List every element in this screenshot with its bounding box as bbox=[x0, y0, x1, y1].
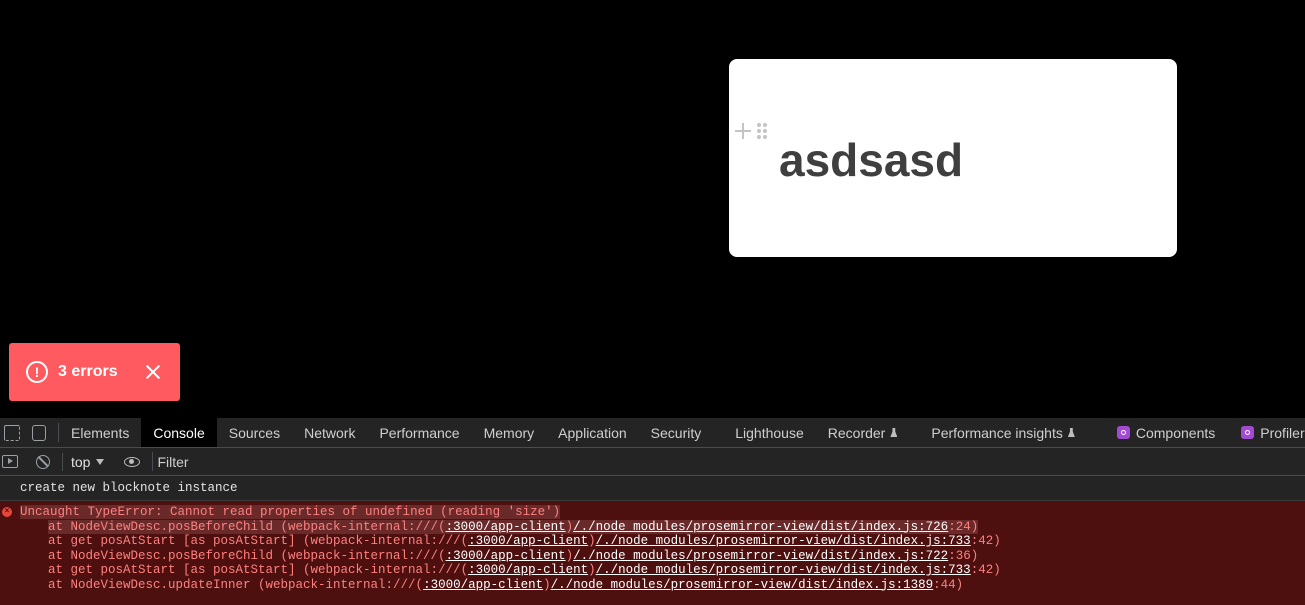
stack-frame: at NodeViewDesc.posBeforeChild (webpack-… bbox=[0, 519, 1305, 535]
console-error-entry: × Uncaught TypeError: Cannot read proper… bbox=[0, 501, 1305, 605]
inspect-element-icon[interactable] bbox=[4, 424, 20, 441]
react-icon bbox=[1116, 426, 1130, 439]
live-expression-eye-icon[interactable] bbox=[124, 456, 141, 467]
tab-label: Security bbox=[650, 424, 702, 441]
devtools-tool-icons bbox=[0, 423, 59, 442]
tab-memory[interactable]: Memory bbox=[472, 418, 547, 447]
stack-frame-path-link[interactable]: /./node_modules/prosemirror-view/dist/in… bbox=[596, 563, 971, 577]
context-selector[interactable]: top bbox=[71, 454, 114, 470]
tab-lighthouse[interactable]: Lighthouse bbox=[723, 418, 816, 447]
stack-frame-suffix: :42) bbox=[970, 563, 1001, 577]
tab-label: Elements bbox=[71, 424, 130, 441]
stack-frame-host-link[interactable]: :3000/app-client bbox=[468, 563, 588, 577]
tab-label: Lighthouse bbox=[735, 424, 804, 441]
tab-performance-insights[interactable]: Performance insights bbox=[919, 418, 1105, 447]
stack-frame-host-link[interactable]: :3000/app-client bbox=[446, 520, 566, 534]
stack-frame-suffix: :36) bbox=[948, 548, 979, 563]
error-message-text: Uncaught TypeError: Cannot read properti… bbox=[20, 505, 561, 519]
tab-label: Application bbox=[558, 424, 627, 441]
close-icon[interactable] bbox=[146, 365, 160, 379]
clear-console-icon[interactable] bbox=[36, 454, 50, 469]
stack-frame: at NodeViewDesc.posBeforeChild (webpack-… bbox=[0, 549, 1305, 564]
tab-components[interactable]: Components bbox=[1105, 418, 1227, 447]
stack-frame-suffix: :44) bbox=[933, 577, 964, 592]
stack-frame-path-link[interactable]: /./node_modules/prosemirror-view/dist/in… bbox=[573, 549, 948, 563]
stack-frame: at get posAtStart [as posAtStart] (webpa… bbox=[0, 534, 1305, 549]
chevron-down-icon bbox=[96, 458, 105, 465]
console-log-message: create new blocknote instance bbox=[0, 476, 1305, 501]
stack-frame-mid: ) bbox=[565, 548, 574, 563]
error-circle-icon: ! bbox=[26, 361, 48, 383]
error-count-label: 3 errors bbox=[58, 363, 118, 380]
experimental-flask-icon bbox=[890, 428, 898, 437]
heading-block[interactable]: asdsasd bbox=[779, 131, 963, 189]
stack-frame-mid: ) bbox=[565, 519, 574, 534]
tab-console[interactable]: Console bbox=[141, 418, 217, 447]
stack-frame-path-link[interactable]: /./node_modules/prosemirror-view/dist/in… bbox=[596, 534, 971, 548]
error-message: Uncaught TypeError: Cannot read properti… bbox=[0, 505, 1305, 520]
context-label: top bbox=[71, 453, 91, 470]
tab-label: Profiler bbox=[1260, 424, 1305, 441]
tab-label: Performance bbox=[379, 424, 460, 441]
tab-label: Sources bbox=[228, 424, 281, 441]
stack-frame-mid: ) bbox=[543, 577, 551, 592]
editor-card[interactable]: asdsasd bbox=[729, 59, 1177, 257]
stack-frame-prefix: at NodeViewDesc.posBeforeChild (webpack-… bbox=[48, 519, 446, 534]
tab-label: Console bbox=[153, 424, 205, 441]
devtools-tabbar: Elements Console Sources Network Perform… bbox=[0, 418, 1305, 448]
stack-frame-suffix: :24) bbox=[948, 519, 979, 534]
stack-frame-suffix: :42) bbox=[970, 534, 1001, 548]
react-icon bbox=[1241, 426, 1255, 439]
stack-frame-path-link[interactable]: /./node_modules/prosemirror-view/dist/in… bbox=[551, 578, 934, 592]
tab-label: Recorder bbox=[827, 424, 886, 441]
tab-security[interactable]: Security bbox=[639, 418, 724, 447]
toolbar-divider bbox=[62, 452, 63, 471]
tab-label: Network bbox=[304, 424, 356, 441]
stack-frame-host-link[interactable]: :3000/app-client bbox=[423, 578, 543, 592]
error-x-icon: × bbox=[2, 507, 12, 517]
tab-label: Memory bbox=[483, 424, 535, 441]
stack-frame-mid: ) bbox=[588, 534, 596, 548]
console-toolbar: top bbox=[0, 448, 1305, 476]
error-toast[interactable]: ! 3 errors bbox=[9, 343, 180, 401]
stack-frame: at NodeViewDesc.updateInner (webpack-int… bbox=[0, 578, 1305, 593]
tab-application[interactable]: Application bbox=[546, 418, 639, 447]
filter-input[interactable] bbox=[152, 452, 1302, 471]
stack-frame-host-link[interactable]: :3000/app-client bbox=[446, 549, 566, 563]
drag-handle-icon[interactable] bbox=[757, 123, 767, 139]
stack-frame-prefix: at NodeViewDesc.posBeforeChild (webpack-… bbox=[48, 548, 446, 563]
sidebar-toggle-icon[interactable] bbox=[2, 455, 18, 468]
stack-frame-host-link[interactable]: :3000/app-client bbox=[468, 534, 588, 548]
tab-network[interactable]: Network bbox=[292, 418, 367, 447]
tab-label: Components bbox=[1135, 424, 1216, 441]
tab-profiler[interactable]: Profiler bbox=[1227, 418, 1305, 447]
stack-frame-path-link[interactable]: /./node_modules/prosemirror-view/dist/in… bbox=[573, 520, 948, 534]
stack-frame-prefix: at NodeViewDesc.updateInner (webpack-int… bbox=[48, 577, 424, 592]
stack-frame-prefix: at get posAtStart [as posAtStart] (webpa… bbox=[48, 534, 469, 548]
block-side-menu bbox=[735, 123, 767, 139]
tab-elements[interactable]: Elements bbox=[59, 418, 141, 447]
experimental-flask-icon bbox=[1067, 428, 1075, 437]
tab-sources[interactable]: Sources bbox=[217, 418, 292, 447]
stack-frame-prefix: at get posAtStart [as posAtStart] (webpa… bbox=[48, 563, 469, 577]
plus-icon[interactable] bbox=[735, 123, 751, 139]
devtools-panel: Elements Console Sources Network Perform… bbox=[0, 418, 1305, 605]
tab-label: Performance insights bbox=[931, 424, 1063, 441]
console-output: create new blocknote instance × Uncaught… bbox=[0, 476, 1305, 605]
page-area: asdsasd ! 3 errors bbox=[0, 0, 1305, 418]
stack-frame-mid: ) bbox=[588, 563, 596, 577]
device-toolbar-icon[interactable] bbox=[32, 424, 46, 441]
tab-recorder[interactable]: Recorder bbox=[816, 418, 920, 447]
tab-performance[interactable]: Performance bbox=[367, 418, 471, 447]
stack-frame: at get posAtStart [as posAtStart] (webpa… bbox=[0, 563, 1305, 578]
